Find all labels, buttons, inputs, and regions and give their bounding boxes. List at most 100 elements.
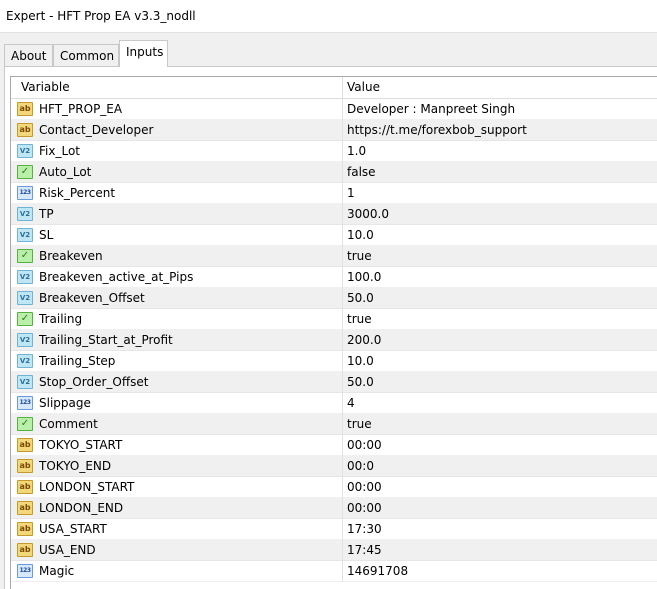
column-divider: [342, 225, 343, 246]
column-divider: [342, 183, 343, 204]
variable-name: Magic: [39, 564, 75, 578]
variable-name: Trailing_Start_at_Profit: [39, 333, 173, 347]
variable-name: TOKYO_START: [39, 438, 123, 452]
column-divider: [342, 204, 343, 225]
variable-value[interactable]: true: [347, 417, 372, 431]
table-row[interactable]: ab USA_END 17:45: [11, 540, 657, 561]
variable-name: Comment: [39, 417, 98, 431]
ab-icon: ab: [17, 480, 33, 494]
variable-value[interactable]: 50.0: [347, 375, 374, 389]
table-row[interactable]: ab LONDON_START 00:00: [11, 477, 657, 498]
variable-name: HFT_PROP_EA: [39, 102, 123, 116]
variable-value[interactable]: 00:0: [347, 459, 374, 473]
tab-inputs[interactable]: Inputs: [119, 40, 168, 67]
table-row[interactable]: ✓ Trailing true: [11, 309, 657, 330]
column-divider[interactable]: [342, 77, 343, 98]
ab-icon: ab: [17, 543, 33, 557]
inputs-grid: Variable Value ab HFT_PROP_EA Developer : …: [10, 76, 657, 589]
variable-value[interactable]: 00:00: [347, 438, 382, 452]
ab-icon: ab: [17, 438, 33, 452]
variable-value[interactable]: 10.0: [347, 228, 374, 242]
table-row[interactable]: ab LONDON_END 00:00: [11, 498, 657, 519]
123-icon: 123: [17, 186, 33, 200]
table-row[interactable]: ✓ Comment true: [11, 414, 657, 435]
window-title: Expert - HFT Prop EA v3.3_nodll: [6, 9, 196, 23]
table-row[interactable]: V2 SL 10.0: [11, 225, 657, 246]
column-divider: [342, 477, 343, 498]
table-row[interactable]: V2 Trailing_Step 10.0: [11, 351, 657, 372]
variable-value[interactable]: false: [347, 165, 376, 179]
variable-name: Contact_Developer: [39, 123, 154, 137]
variable-value[interactable]: https://t.me/forexbob_support: [347, 123, 527, 137]
table-row[interactable]: ab TOKYO_START 00:00: [11, 435, 657, 456]
variable-value[interactable]: 4: [347, 396, 355, 410]
table-row[interactable]: 123 Magic 14691708: [11, 561, 657, 582]
table-row[interactable]: V2 Trailing_Start_at_Profit 200.0: [11, 330, 657, 351]
variable-value[interactable]: 1: [347, 186, 355, 200]
variable-name: Risk_Percent: [39, 186, 116, 200]
variable-value[interactable]: 50.0: [347, 291, 374, 305]
table-row[interactable]: V2 Stop_Order_Offset 50.0: [11, 372, 657, 393]
variable-value[interactable]: 17:30: [347, 522, 382, 536]
column-divider: [342, 372, 343, 393]
variable-value[interactable]: 17:45: [347, 543, 382, 557]
variable-name: Breakeven_Offset: [39, 291, 145, 305]
variable-name: Trailing: [39, 312, 83, 326]
ab-icon: ab: [17, 123, 33, 137]
variable-value[interactable]: 3000.0: [347, 207, 389, 221]
column-divider: [342, 309, 343, 330]
column-header-variable[interactable]: Variable: [21, 80, 70, 94]
table-row[interactable]: ab HFT_PROP_EA Developer : Manpreet Singh: [11, 99, 657, 120]
column-divider: [342, 120, 343, 141]
table-row[interactable]: V2 TP 3000.0: [11, 204, 657, 225]
variable-value[interactable]: true: [347, 312, 372, 326]
variable-name: USA_START: [39, 522, 107, 536]
variable-value[interactable]: true: [347, 249, 372, 263]
table-row[interactable]: ✓ Breakeven true: [11, 246, 657, 267]
variable-value[interactable]: 00:00: [347, 480, 382, 494]
variable-value[interactable]: 10.0: [347, 354, 374, 368]
ab-icon: ab: [17, 459, 33, 473]
tab-strip: About Common Inputs: [0, 40, 657, 67]
table-row[interactable]: ✓ Auto_Lot false: [11, 162, 657, 183]
v2-icon: V2: [17, 291, 33, 305]
variable-value[interactable]: 14691708: [347, 564, 408, 578]
tab-about[interactable]: About: [4, 44, 53, 66]
variable-value[interactable]: 00:00: [347, 501, 382, 515]
table-row[interactable]: ab TOKYO_END 00:0: [11, 456, 657, 477]
column-divider: [342, 141, 343, 162]
column-divider: [342, 99, 343, 120]
table-row[interactable]: V2 Breakeven_active_at_Pips 100.0: [11, 267, 657, 288]
grid-header: Variable Value: [11, 77, 657, 99]
table-row[interactable]: 123 Risk_Percent 1: [11, 183, 657, 204]
variable-name: Slippage: [39, 396, 91, 410]
table-row[interactable]: ab USA_START 17:30: [11, 519, 657, 540]
column-header-value[interactable]: Value: [347, 80, 380, 94]
variable-name: Trailing_Step: [39, 354, 116, 368]
tab-common[interactable]: Common: [53, 44, 119, 66]
table-row[interactable]: V2 Fix_Lot 1.0: [11, 141, 657, 162]
variable-value[interactable]: 100.0: [347, 270, 381, 284]
variable-value[interactable]: 1.0: [347, 144, 366, 158]
variable-name: Fix_Lot: [39, 144, 80, 158]
variable-name: Stop_Order_Offset: [39, 375, 149, 389]
variable-name: TP: [39, 207, 54, 221]
variable-value[interactable]: 200.0: [347, 333, 381, 347]
bool-icon: ✓: [17, 165, 33, 179]
column-divider: [342, 267, 343, 288]
variable-value[interactable]: Developer : Manpreet Singh: [347, 102, 515, 116]
title-bar: Expert - HFT Prop EA v3.3_nodll: [0, 0, 657, 33]
column-divider: [342, 288, 343, 309]
column-divider: [342, 540, 343, 561]
column-divider: [342, 414, 343, 435]
column-divider: [342, 435, 343, 456]
table-row[interactable]: ab Contact_Developer https://t.me/forexbob…: [11, 120, 657, 141]
column-divider: [342, 561, 343, 582]
v2-icon: V2: [17, 144, 33, 158]
column-divider: [342, 162, 343, 183]
v2-icon: V2: [17, 333, 33, 347]
table-row[interactable]: V2 Breakeven_Offset 50.0: [11, 288, 657, 309]
column-divider: [342, 351, 343, 372]
table-row[interactable]: 123 Slippage 4: [11, 393, 657, 414]
v2-icon: V2: [17, 207, 33, 221]
